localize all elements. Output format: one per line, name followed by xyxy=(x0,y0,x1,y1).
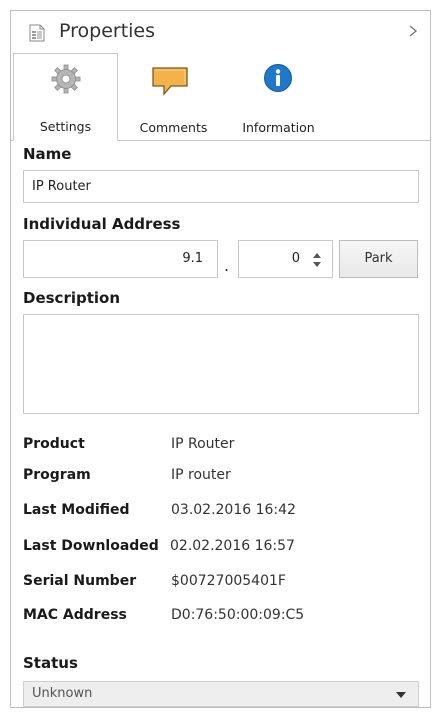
info-key: Serial Number xyxy=(23,573,137,589)
park-button[interactable]: Park xyxy=(339,240,418,278)
info-row-last-downloaded: Last Downloaded 02.02.2016 16:57 xyxy=(23,538,419,560)
description-textarea[interactable] xyxy=(23,314,419,414)
chevron-down-icon xyxy=(396,692,406,698)
panel-title: Properties xyxy=(59,20,156,42)
name-input[interactable] xyxy=(23,170,419,203)
info-value: 03.02.2016 16:42 xyxy=(171,502,296,518)
individual-address-label: Individual Address xyxy=(23,215,181,233)
info-key: Program xyxy=(23,467,91,483)
tab-comments-label: Comments xyxy=(139,120,208,135)
address-device-stepper[interactable]: 0 xyxy=(238,240,333,278)
address-area-line-input[interactable]: 9.1 xyxy=(23,240,218,278)
gear-icon xyxy=(51,64,81,94)
properties-panel: Properties Settings Comments Information… xyxy=(10,10,431,708)
tab-information[interactable]: Information xyxy=(226,53,331,141)
status-value: Unknown xyxy=(32,686,93,701)
tab-information-label: Information xyxy=(242,120,315,135)
name-label: Name xyxy=(23,145,72,163)
info-key: MAC Address xyxy=(23,607,127,623)
tab-settings-label: Settings xyxy=(39,119,92,134)
info-row-serial-number: Serial Number $00727005401F xyxy=(23,573,419,595)
description-label: Description xyxy=(23,289,121,307)
info-value: IP Router xyxy=(171,436,235,452)
tab-settings[interactable]: Settings xyxy=(13,53,118,141)
address-device-value: 0 xyxy=(291,251,300,266)
address-separator: . xyxy=(224,256,230,275)
info-key: Last Modified xyxy=(23,502,130,518)
info-key: Last Downloaded xyxy=(23,538,159,554)
info-row-last-modified: Last Modified 03.02.2016 16:42 xyxy=(23,502,419,524)
info-row-product: Product IP Router xyxy=(23,436,419,458)
spinner-arrows-icon[interactable] xyxy=(312,250,322,270)
info-key: Product xyxy=(23,436,85,452)
info-row-program: Program IP router xyxy=(23,467,419,489)
individual-address-field: 9.1 . 0 Park xyxy=(23,240,418,278)
document-icon xyxy=(29,24,45,42)
tab-bar: Settings Comments Information xyxy=(11,53,430,141)
info-row-mac-address: MAC Address D0:76:50:00:09:C5 xyxy=(23,607,419,629)
chevron-right-icon[interactable] xyxy=(406,22,420,40)
panel-header: Properties xyxy=(11,11,430,53)
comment-icon xyxy=(152,67,188,96)
info-value: $00727005401F xyxy=(171,573,286,589)
info-icon xyxy=(264,64,292,92)
info-value: 02.02.2016 16:57 xyxy=(170,538,295,554)
tab-comments[interactable]: Comments xyxy=(121,53,226,141)
status-label: Status xyxy=(23,654,78,672)
info-value: D0:76:50:00:09:C5 xyxy=(171,607,305,623)
status-dropdown[interactable]: Unknown xyxy=(23,681,419,707)
info-value: IP router xyxy=(171,467,231,483)
